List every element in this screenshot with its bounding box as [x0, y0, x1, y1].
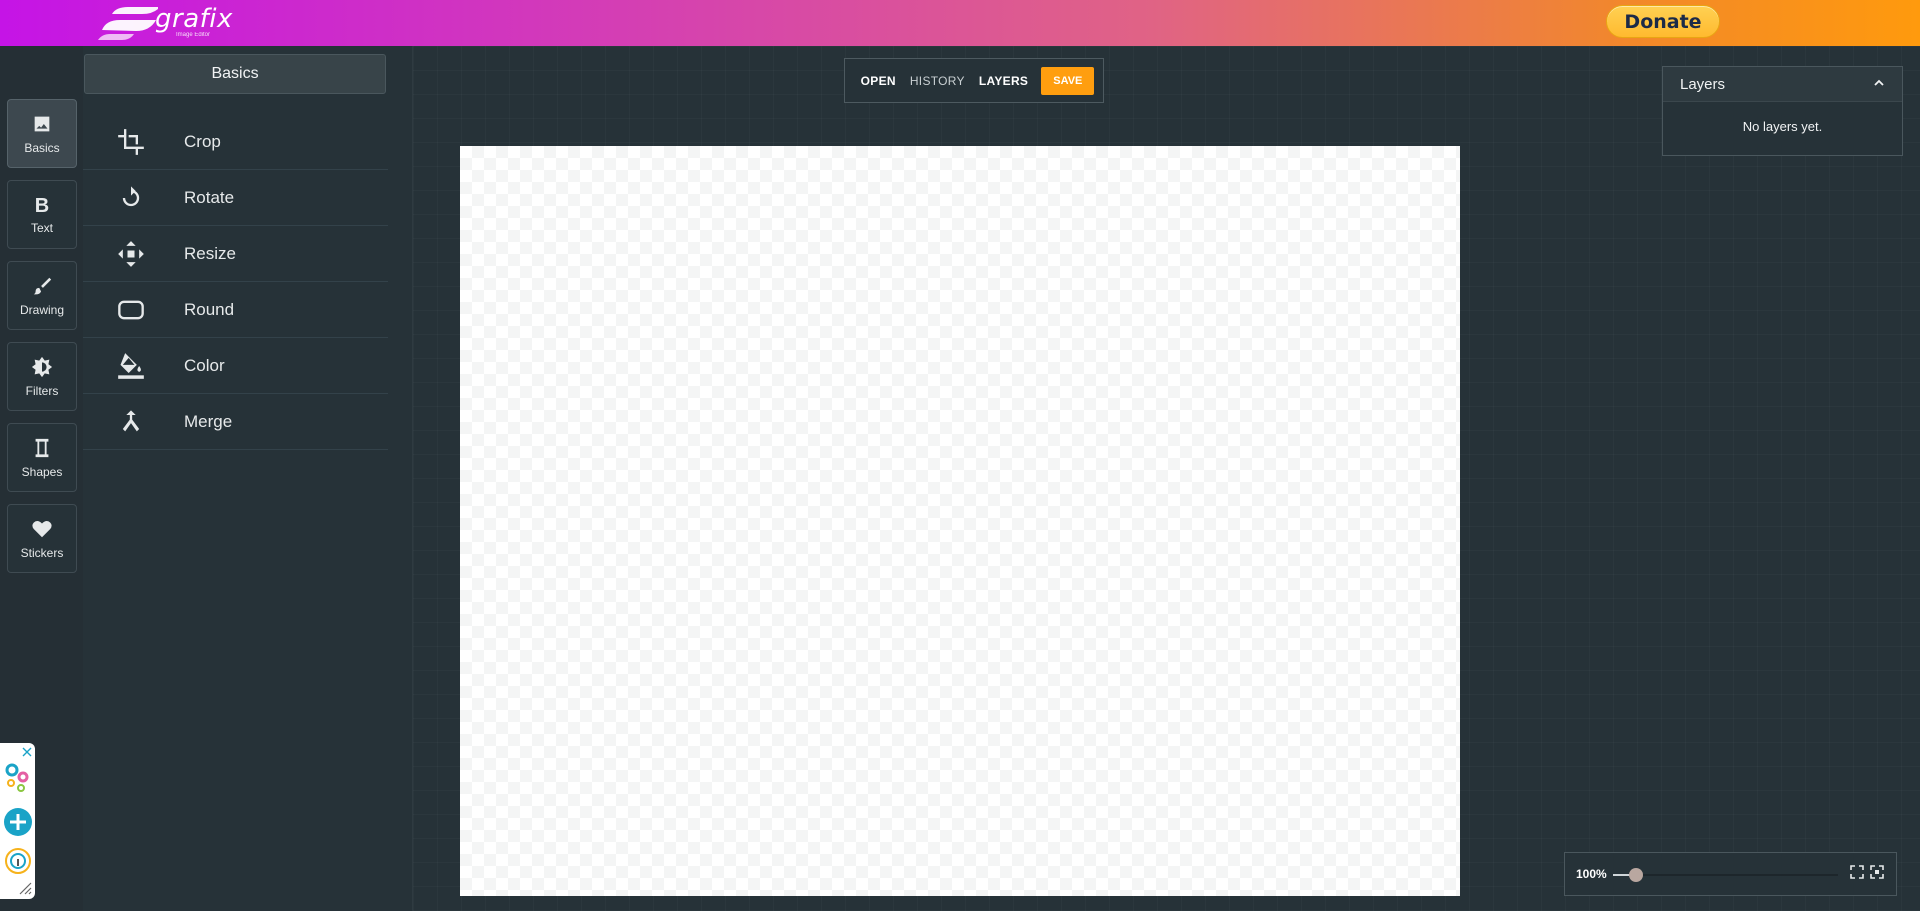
- tool-crop[interactable]: Crop: [83, 114, 388, 170]
- rail-text[interactable]: B Text: [7, 180, 77, 249]
- rounded-rect-icon: [115, 294, 147, 326]
- rail-filters[interactable]: Filters: [7, 342, 77, 411]
- tool-round[interactable]: Round: [83, 282, 388, 338]
- add-icon[interactable]: [3, 807, 33, 837]
- layers-empty-message: No layers yet.: [1742, 119, 1823, 134]
- paint-bucket-icon: [115, 350, 147, 382]
- open-button[interactable]: OPEN: [854, 74, 903, 88]
- fit-screen-icon[interactable]: [1850, 865, 1864, 879]
- donate-button[interactable]: Donate: [1606, 5, 1720, 38]
- rail-filters-label: Filters: [25, 383, 59, 398]
- tool-color-label: Color: [184, 355, 225, 375]
- save-button[interactable]: SAVE: [1041, 66, 1095, 95]
- tool-rotate[interactable]: Rotate: [83, 170, 388, 226]
- rail-drawing-label: Drawing: [19, 302, 64, 317]
- shape-icon: [35, 438, 49, 457]
- bold-b-icon: B: [34, 194, 50, 217]
- panel-title[interactable]: Basics: [84, 54, 386, 94]
- zoom-level: 100%: [1576, 867, 1607, 881]
- tool-merge[interactable]: Merge: [83, 394, 388, 450]
- rail-stickers[interactable]: Stickers: [7, 504, 77, 573]
- tool-crop-label: Crop: [184, 131, 221, 151]
- logo-mark-icon: [98, 7, 158, 40]
- tool-resize[interactable]: Resize: [83, 226, 388, 282]
- rail-text-label: Text: [30, 220, 53, 235]
- chevron-up-icon[interactable]: [1874, 78, 1884, 88]
- tool-merge-label: Merge: [184, 411, 233, 431]
- image-icon: [34, 116, 50, 131]
- zoom-slider-handle[interactable]: [1628, 868, 1643, 882]
- layers-panel: Layers No layers yet.: [1662, 66, 1903, 156]
- top-menu: OPEN HISTORY LAYERS SAVE: [844, 58, 1104, 103]
- rail-shapes-label: Shapes: [21, 464, 63, 479]
- ad-logo-icon: [5, 763, 29, 792]
- resize-icon: [115, 238, 147, 270]
- image-canvas[interactable]: [460, 146, 1460, 896]
- rail-basics-label: Basics: [24, 140, 60, 155]
- layers-title: Layers: [1680, 75, 1726, 93]
- brush-icon: [33, 277, 52, 294]
- actual-size-icon[interactable]: [1870, 865, 1884, 879]
- ad-widget[interactable]: [0, 743, 35, 899]
- info-icon[interactable]: [4, 847, 32, 875]
- crop-icon: [115, 126, 147, 158]
- close-icon[interactable]: [22, 747, 32, 757]
- history-button[interactable]: HISTORY: [903, 74, 972, 88]
- tool-panel: Basics Crop Rotate Resize Round Color Me: [83, 46, 413, 911]
- merge-icon: [115, 406, 147, 438]
- layers-button[interactable]: LAYERS: [972, 74, 1035, 88]
- top-bar: grafix Image Editor Donate: [0, 0, 1920, 46]
- brightness-icon: [31, 356, 53, 377]
- rotate-icon: [115, 182, 147, 214]
- resize-grip-icon[interactable]: [18, 881, 32, 895]
- tool-resize-label: Resize: [184, 243, 236, 263]
- tool-rotate-label: Rotate: [184, 187, 235, 207]
- logo-subtitle: Image Editor: [176, 32, 211, 38]
- rail-stickers-label: Stickers: [20, 545, 64, 560]
- heart-icon: [32, 520, 52, 537]
- logo[interactable]: grafix Image Editor: [98, 4, 238, 40]
- tool-color[interactable]: Color: [83, 338, 388, 394]
- zoom-slider[interactable]: [1613, 868, 1838, 882]
- tool-round-label: Round: [184, 299, 235, 319]
- rail-basics[interactable]: Basics: [7, 99, 77, 168]
- rail-shapes[interactable]: Shapes: [7, 423, 77, 492]
- logo-text: grafix: [155, 4, 233, 34]
- layers-header[interactable]: Layers: [1663, 67, 1902, 102]
- zoom-bar: 100%: [1564, 852, 1897, 896]
- rail-drawing[interactable]: Drawing: [7, 261, 77, 330]
